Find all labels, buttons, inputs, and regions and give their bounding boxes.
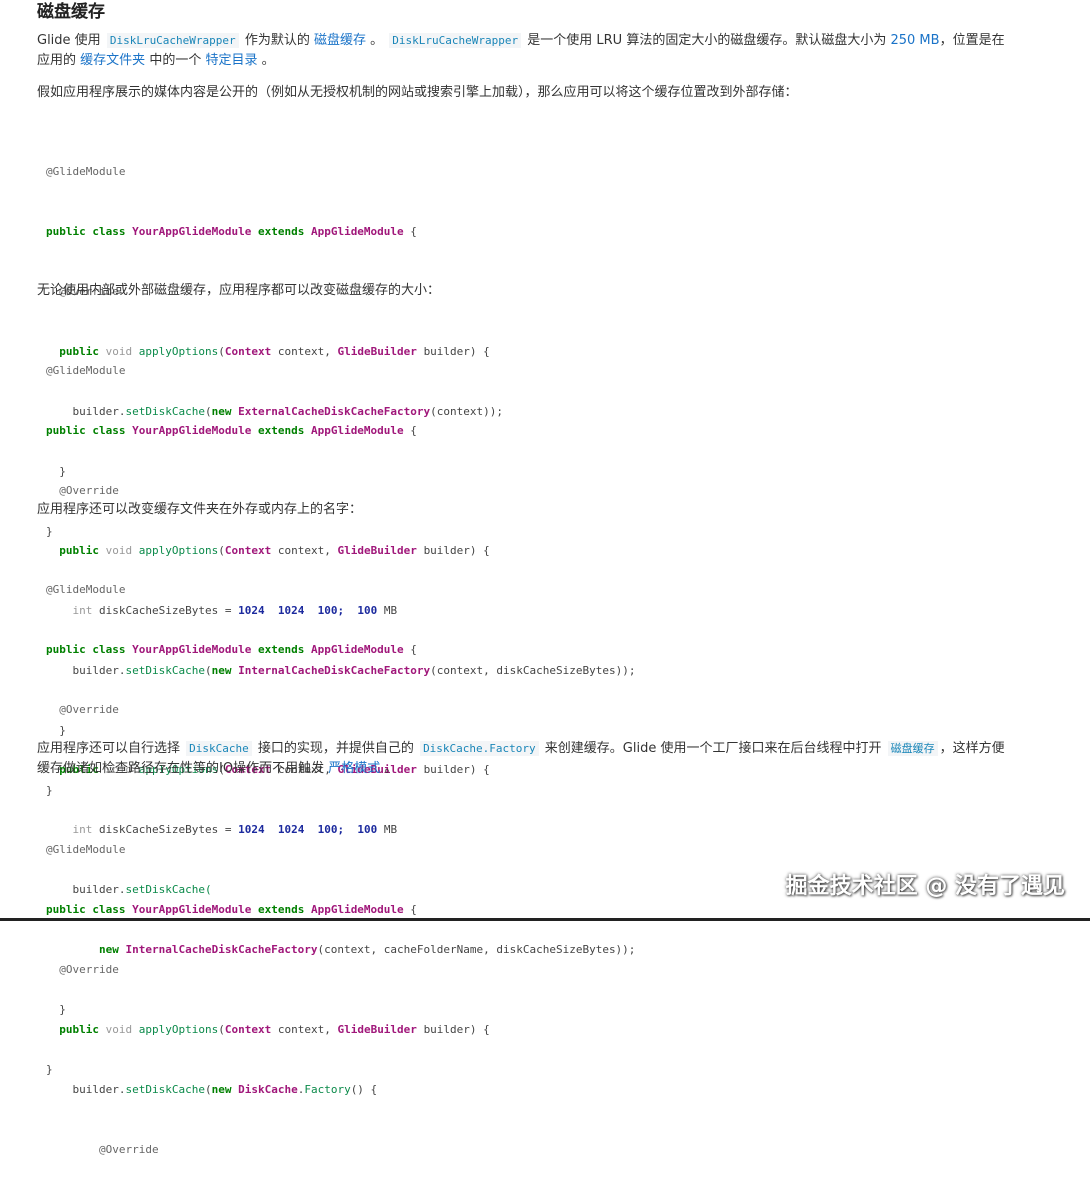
- link-250mb[interactable]: 250 MB: [890, 33, 939, 48]
- text: 。: [261, 53, 275, 68]
- link-disk-cache[interactable]: 磁盘缓存: [314, 33, 366, 48]
- external-storage-paragraph: 假如应用程序展示的媒体内容是公开的（例如从无授权机制的网站或搜索引擎上加载），那…: [37, 85, 798, 100]
- text: 来创建缓存。Glide 使用一个工厂接口来在后台线程中打开: [544, 741, 882, 756]
- inline-code: DiskCache.Factory: [420, 741, 539, 756]
- inline-code: 磁盘缓存: [887, 741, 938, 756]
- link-specific-dir[interactable]: 特定目录: [205, 53, 257, 68]
- section-title: 磁盘缓存: [37, 2, 105, 22]
- text: Glide 使用: [37, 33, 101, 48]
- text: 。: [384, 761, 398, 776]
- inline-code: DiskCache: [186, 741, 252, 756]
- text: 是一个使用 LRU 算法的固定大小的磁盘缓存。默认磁盘大小为: [527, 33, 887, 48]
- text: 。: [370, 33, 384, 48]
- code-block-custom-cache: @GlideModule public class YourAppGlideMo…: [46, 843, 490, 1156]
- size-paragraph: 无论使用内部或外部磁盘缓存，应用程序都可以改变磁盘缓存的大小：: [37, 283, 441, 298]
- intro-paragraph: Glide 使用 DiskLruCacheWrapper 作为默认的 磁盘缓存 …: [37, 31, 1017, 71]
- link-cache-folder[interactable]: 缓存文件夹: [80, 53, 145, 68]
- inline-code: DiskLruCacheWrapper: [389, 33, 522, 48]
- text: 中的一个: [149, 53, 202, 68]
- text: 作为默认的: [244, 33, 310, 48]
- inline-code: DiskLruCacheWrapper: [106, 33, 239, 48]
- custom-cache-paragraph: 应用程序还可以自行选择 DiskCache 接口的实现，并提供自己的 DiskC…: [37, 739, 1017, 779]
- text: 应用程序还可以自行选择: [37, 741, 181, 756]
- folder-name-paragraph: 应用程序还可以改变缓存文件夹在外存或内存上的名字：: [37, 502, 363, 517]
- link-strict-mode[interactable]: 严格模式: [328, 761, 380, 776]
- text: 接口的实现，并提供自己的: [257, 741, 414, 756]
- watermark: 掘金技术社区 @ 没有了遇见: [785, 874, 1065, 899]
